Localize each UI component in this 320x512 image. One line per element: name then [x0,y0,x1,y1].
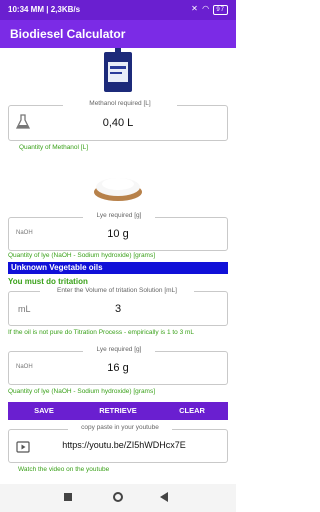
methanol-value: 0,40 L [102,117,134,129]
youtube-legend: copy paste in your youtube [68,424,172,431]
recents-icon[interactable] [64,493,72,501]
tritation-warning: You must do tritation [8,277,88,286]
flask-icon [15,114,31,130]
lye-legend-2: Lye required [g] [83,346,155,353]
youtube-url-field[interactable]: https://youtu.be/ZI5hWDHcx7E [8,429,228,463]
wifi-icon: ◠ [202,4,211,13]
lye-value-2: 16 g [107,362,129,374]
lye-field[interactable]: NaOH 10 g [8,217,228,251]
home-icon[interactable] [113,492,123,502]
retrieve-button[interactable]: RETRIEVE [80,402,156,420]
methanol-helper: Quantity of Methanol [L] [19,144,89,151]
system-nav-bar [0,484,236,512]
status-bar: 10:34 MM | 2,3KB/s ✕ ◠ 97 [0,0,236,20]
tritation-volume-input[interactable]: mL 3 [8,291,228,326]
oil-type-banner: Unknown Vegetable oils [8,262,228,274]
lye-helper-2: Quantity of lye (NaOH - Sodium hydroxide… [8,388,156,395]
mute-icon: ✕ [191,4,199,13]
youtube-url-value: https://youtu.be/ZI5hWDHcx7E [62,440,186,450]
save-button[interactable]: SAVE [8,402,80,420]
battery-icon: 97 [213,5,228,15]
action-buttons: SAVE RETRIEVE CLEAR [8,402,228,420]
youtube-helper: Watch the video on the youtube [18,466,110,473]
tritation-value: 3 [114,303,122,315]
app-title: Biodiesel Calculator [10,27,126,41]
app-bar: Biodiesel Calculator [0,20,236,48]
back-icon[interactable] [160,492,168,502]
lye-legend: Lye required [g] [83,212,155,219]
video-icon [16,440,30,453]
status-icons: ✕ ◠ 97 [191,4,228,15]
methanol-bottle-image [104,48,132,92]
methanol-field[interactable]: 0,40 L [8,105,228,141]
lye-helper: Quantity of lye (NaOH - Sodium hydroxide… [8,252,156,259]
tritation-helper: If the oil is not pure do Titration Proc… [8,329,195,336]
tritation-legend: Enter the Volume of tritation Solution [… [40,287,194,294]
lye-field-2[interactable]: NaOH 16 g [8,351,228,385]
lye-value: 10 g [107,228,129,240]
status-time: 10:34 MM | 2,3KB/s [8,5,81,14]
lye-bowl-image [94,178,142,201]
clear-button[interactable]: CLEAR [156,402,228,420]
methanol-legend: Methanol required [L] [63,100,177,107]
